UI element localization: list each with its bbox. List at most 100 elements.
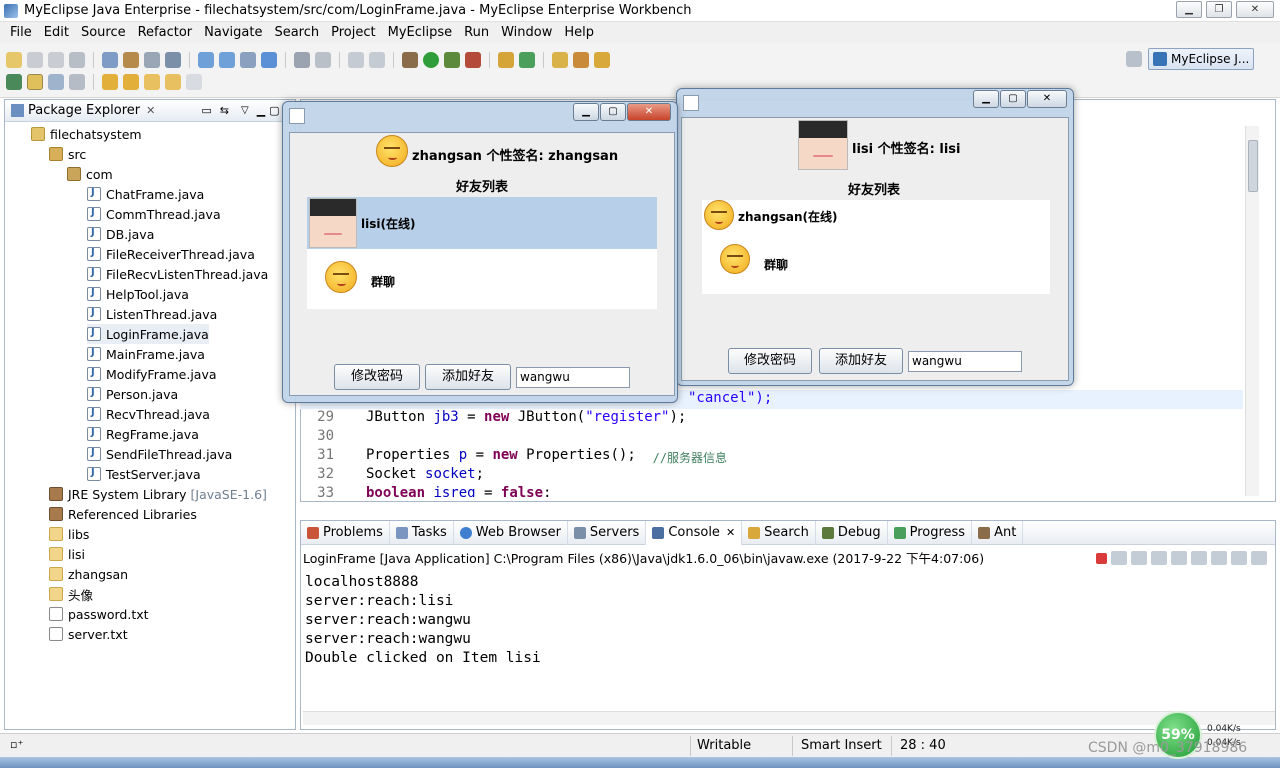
restore-button[interactable]: ❐	[1206, 1, 1232, 18]
tree-file[interactable]: ListenThread.java	[87, 304, 217, 324]
menu-search[interactable]: Search	[268, 25, 325, 40]
add-friend-button[interactable]: 添加好友	[819, 348, 903, 374]
minimize-view-icon[interactable]: ▁	[257, 104, 265, 117]
change-password-button[interactable]: 修改密码	[728, 348, 812, 374]
new-class-icon[interactable]	[498, 52, 514, 68]
fast-view-icon[interactable]: ▫⁺	[10, 738, 23, 751]
collapse-all-icon[interactable]: ▭	[201, 104, 211, 117]
menu-project[interactable]: Project	[325, 25, 381, 40]
close-tab-icon[interactable]: ✕	[726, 526, 735, 539]
menu-help[interactable]: Help	[558, 25, 600, 40]
tree-file[interactable]: HelpTool.java	[87, 284, 189, 304]
last-edit-icon[interactable]	[144, 74, 160, 90]
tree-file[interactable]: CommThread.java	[87, 204, 221, 224]
tree-file[interactable]: FileReceiverThread.java	[87, 244, 255, 264]
menu-refactor[interactable]: Refactor	[132, 25, 199, 40]
remove-launch-icon[interactable]	[1111, 551, 1127, 565]
close-tab-icon[interactable]: ✕	[146, 104, 155, 117]
show-whitespace-icon[interactable]	[69, 74, 85, 90]
next-annotation-icon[interactable]	[102, 74, 118, 90]
tab-servers[interactable]: Servers	[568, 520, 647, 545]
report-icon[interactable]	[315, 52, 331, 68]
previous-annotation-icon[interactable]	[123, 74, 139, 90]
menu-run[interactable]: Run	[458, 25, 495, 40]
toggle-breadcrumb-icon[interactable]	[6, 74, 22, 90]
clear-console-icon[interactable]	[1151, 551, 1167, 565]
console-scrollbar[interactable]	[303, 711, 1275, 725]
tab-debug[interactable]: Debug	[816, 520, 888, 545]
minimize-button[interactable]: ▁	[573, 103, 599, 121]
minimize-button[interactable]: ▁	[973, 90, 999, 108]
mark-occurrences-icon[interactable]	[27, 74, 43, 90]
tab-progress[interactable]: Progress	[888, 520, 973, 545]
tree-folder[interactable]: lisi	[49, 544, 85, 564]
tree-file[interactable]: SendFileThread.java	[87, 444, 232, 464]
image-icon[interactable]	[348, 52, 364, 68]
tree-jre[interactable]: JRE System Library [JavaSE-1.6]	[49, 484, 267, 504]
menu-myeclipse[interactable]: MyEclipse	[382, 25, 459, 40]
snippet-icon[interactable]	[294, 52, 310, 68]
maximize-view-icon[interactable]: ▢	[269, 104, 279, 117]
deploy-icon[interactable]	[123, 52, 139, 68]
forward-icon[interactable]	[186, 74, 202, 90]
tree-file[interactable]: RegFrame.java	[87, 424, 199, 444]
tree-file[interactable]: Person.java	[87, 384, 178, 404]
change-password-button[interactable]: 修改密码	[334, 364, 420, 390]
terminate-icon[interactable]	[1096, 553, 1107, 564]
close-button[interactable]: ✕	[1027, 90, 1067, 108]
menu-file[interactable]: File	[4, 25, 38, 40]
minimize-button[interactable]: ▁	[1176, 1, 1202, 18]
friend-name-input[interactable]: wangwu	[516, 367, 630, 388]
menu-navigate[interactable]: Navigate	[198, 25, 268, 40]
tree-file-txt[interactable]: server.txt	[49, 624, 128, 644]
tree-file[interactable]: ChatFrame.java	[87, 184, 204, 204]
menu-window[interactable]: Window	[495, 25, 558, 40]
tab-tasks[interactable]: Tasks	[390, 520, 454, 545]
add-friend-button[interactable]: 添加好友	[425, 364, 511, 390]
manage-deploy-icon[interactable]	[144, 52, 160, 68]
friend-item[interactable]: zhangsan(在线)	[702, 200, 1050, 234]
pin-console-icon[interactable]	[1211, 551, 1227, 565]
settings-icon[interactable]	[369, 52, 385, 68]
perspective-switcher[interactable]: MyEclipse J...	[1148, 48, 1254, 70]
debug-icon[interactable]	[402, 52, 418, 68]
web-project-icon[interactable]	[198, 52, 214, 68]
tree-file[interactable]: DB.java	[87, 224, 154, 244]
friend-item[interactable]: 群聊	[307, 251, 657, 309]
open-perspective-icon[interactable]	[1126, 51, 1142, 67]
open-console-icon[interactable]	[1251, 551, 1267, 565]
scroll-lock-icon[interactable]	[1171, 551, 1187, 565]
friend-item[interactable]: 群聊	[702, 238, 1050, 294]
tree-file-selected[interactable]: LoginFrame.java	[87, 324, 209, 344]
open-type-icon[interactable]	[552, 52, 568, 68]
run-external-icon[interactable]	[444, 52, 460, 68]
globe-icon[interactable]	[261, 52, 277, 68]
run-icon[interactable]	[423, 52, 439, 68]
scrollbar-thumb[interactable]	[1248, 140, 1258, 192]
friend-name-input[interactable]: wangwu	[908, 351, 1022, 372]
tab-ant[interactable]: Ant	[972, 520, 1024, 545]
tab-search[interactable]: Search	[742, 520, 816, 545]
tree-package[interactable]: com	[67, 164, 113, 184]
open-task-icon[interactable]	[573, 52, 589, 68]
maximize-button[interactable]: ▢	[600, 103, 626, 121]
terminal-icon[interactable]	[165, 52, 181, 68]
menu-edit[interactable]: Edit	[38, 25, 75, 40]
view-menu-icon[interactable]: ▽	[241, 105, 249, 116]
package-explorer-tab[interactable]: Package Explorer ✕ ▭ ⇆ ▽ ▁ ▢	[5, 100, 295, 122]
menu-source[interactable]: Source	[75, 25, 132, 40]
tree-file[interactable]: TestServer.java	[87, 464, 201, 484]
tree-file[interactable]: FileRecvListenThread.java	[87, 264, 268, 284]
tree-file-txt[interactable]: password.txt	[49, 604, 149, 624]
tree-ref-libs[interactable]: Referenced Libraries	[49, 504, 197, 524]
word-wrap-icon[interactable]	[1191, 551, 1207, 565]
tree-folder[interactable]: 头像	[49, 584, 93, 604]
web-service-icon[interactable]	[219, 52, 235, 68]
link-editor-icon[interactable]: ⇆	[220, 104, 229, 117]
db-icon[interactable]	[240, 52, 256, 68]
tab-problems[interactable]: Problems	[301, 520, 390, 545]
friend-item-selected[interactable]: lisi(在线)	[307, 197, 657, 249]
print-icon[interactable]	[69, 52, 85, 68]
search-icon[interactable]	[594, 52, 610, 68]
remove-all-icon[interactable]	[1131, 551, 1147, 565]
